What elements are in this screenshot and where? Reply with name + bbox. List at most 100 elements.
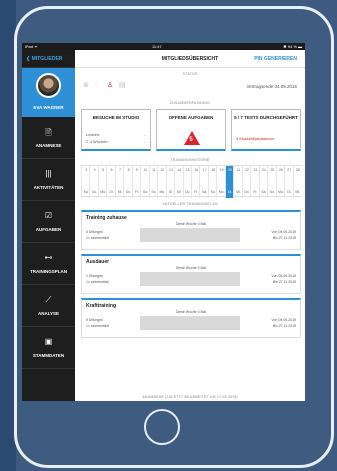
bars-icon: ||| — [45, 169, 52, 178]
visits-last-label: Letzten: — [86, 132, 101, 137]
tasks-title: OFFENE AUFGABEN — [168, 115, 214, 120]
back-button[interactable]: ❮ MITGLIEDER — [22, 50, 75, 68]
carrier: iPad ᯤ — [25, 44, 38, 49]
plan-frequency: 1× wöchentlich — [86, 236, 110, 240]
history-day[interactable]: 13 Di. — [165, 166, 174, 198]
id-card-icon: ▣ — [44, 337, 53, 346]
visits-4weeks-value: - — [144, 139, 146, 144]
tasks-card[interactable]: OFFENE AUFGABEN 5 — [156, 109, 226, 151]
plan-exercises: 9 Übungen — [86, 318, 104, 322]
clock: 11:47 — [152, 44, 162, 49]
history-day[interactable]: 21 Mi. — [233, 166, 241, 198]
history-day[interactable]: 17 Sa. — [199, 166, 207, 198]
history-day[interactable]: 11 So. — [148, 166, 157, 198]
dumbbell-icon: ⊷ — [44, 253, 53, 262]
tasks-count: 5 — [189, 137, 193, 143]
history-day[interactable]: 4 So. — [89, 166, 97, 198]
plan-card[interactable]: Training zuhause Diese Woche 0 Mal 6 Übung… — [81, 210, 301, 250]
sidebar-item-aktivitäten[interactable]: ||| AKTIVITÄTEN — [22, 159, 75, 201]
history-day[interactable]: 15 Do. — [182, 166, 191, 198]
history-day[interactable]: 5 Mo. — [97, 166, 106, 198]
tests-note: 4 Muskeldysbalancen — [236, 136, 275, 141]
app-screen: iPad ᯤ 11:47 ✱ 94 % ▬ ❮ MITGLIEDER EVA W… — [22, 43, 305, 401]
plan-week-count: Diese Woche 0 Mal — [175, 266, 207, 270]
plan-start: Von 04.09.2015 — [271, 230, 296, 234]
history-day[interactable]: 25 So. — [267, 166, 275, 198]
sidebar-item-label: ANAMNESE — [35, 143, 62, 148]
history-day[interactable]: 22 Do. — [241, 166, 250, 198]
sidebar-item-aufgaben[interactable]: ☑ AUFGABEN — [22, 201, 75, 243]
anamnese-label: ANAMNESE (ZULETZT BEARBEITET AM 17.09.20… — [142, 395, 238, 399]
visits-last: Letzten: - — [86, 132, 146, 137]
history-day[interactable]: 10 Sa. — [140, 166, 148, 198]
history-day[interactable]: 18 So. — [207, 166, 216, 198]
document-icon[interactable]: ▤ — [119, 81, 126, 89]
sidebar-item-trainingsplan[interactable]: ⊷ TRAININGSPLAN — [22, 243, 75, 285]
plan-title: Training zuhause — [86, 215, 127, 221]
generate-pin-button[interactable]: PIN GENERIEREN — [254, 56, 297, 62]
visits-4weeks-label: Σ 4 Wochen: — [86, 139, 109, 144]
plan-start: Von 04.09.2015 — [271, 274, 296, 278]
history-day[interactable]: 26 Mo. — [275, 166, 284, 198]
history-day[interactable]: 14 Mi. — [174, 166, 182, 198]
plan-week-count: Diese Woche 0 Mal — [175, 310, 207, 314]
day-name: Mi. — [295, 190, 301, 194]
plan-week-count: Diese Woche 0 Mal — [175, 222, 207, 226]
sidebar-item-stammdaten[interactable]: ▣ STAMMDATEN — [22, 327, 75, 369]
plan-end: Bis 27.11.2015 — [272, 280, 296, 284]
sidebar-item-label: ANALYSE — [37, 311, 60, 316]
plan-card[interactable]: Krafttraining Diese Woche 0 Mal 9 Übungen 1… — [81, 298, 301, 338]
sidebar-item-anamnese[interactable]: 🗎 ANAMNESE — [22, 117, 75, 159]
status-bar: iPad ᯤ 11:47 ✱ 94 % ▬ — [22, 43, 305, 50]
header: MITGLIEDSÜBERSICHT PIN GENERIEREN — [75, 50, 305, 68]
history-day[interactable]: 27 Di. — [284, 166, 292, 198]
clipboard-icon: 🗎 — [45, 128, 52, 137]
history-day[interactable]: 24 Sa. — [258, 166, 267, 198]
history-day[interactable]: 3 Sa. — [81, 166, 89, 198]
summary-label: ZUSAMMENFASSUNG — [169, 101, 211, 105]
sidebar-item-analyse[interactable]: ⟋ ANALYSE — [22, 285, 75, 327]
person-icon[interactable]: ♙ — [107, 81, 113, 89]
sidebar-item-label: STAMMDATEN — [32, 353, 65, 358]
profile-card[interactable]: EVA WAGNER — [22, 68, 75, 117]
summary-cards: BESUCHE IM STUDIO Letzten: - Σ 4 Wochen:… — [81, 109, 301, 151]
plan-end: Bis 27.11.2015 — [272, 324, 296, 328]
visits-card[interactable]: BESUCHE IM STUDIO Letzten: - Σ 4 Wochen:… — [81, 109, 151, 151]
badge-icon[interactable]: ⊛ — [83, 81, 89, 89]
history-day[interactable]: 28 Mi. — [292, 166, 301, 198]
chat-icon[interactable]: ◌ — [95, 81, 99, 88]
visits-4weeks: Σ 4 Wochen: - — [86, 139, 146, 144]
battery: ✱ 94 % ▬ — [283, 44, 302, 49]
history-day[interactable]: 8 Do. — [123, 166, 131, 198]
history-day[interactable]: 9 Fr. — [131, 166, 140, 198]
plan-frequency: 1× wöchentlich — [86, 324, 110, 328]
trend-icon: ⟋ — [45, 295, 52, 304]
plans-label: AKTUELLER TRAININGSPLAN — [162, 202, 218, 206]
history-day[interactable]: 19 Mo. — [216, 166, 224, 198]
plan-end: Bis 27.11.2015 — [272, 236, 296, 240]
training-history: 3 Sa. 4 So. 5 Mo. 6 Di. 7 Mi. 8 Do. 9 Fr. 10 Sa. 11 So. 12… — [81, 165, 301, 198]
history-day[interactable]: 16 Fr. — [191, 166, 199, 198]
history-day[interactable]: 23 Fr. — [250, 166, 258, 198]
tests-title: 5 / 7 TESTS DURCHGEFÜHRT — [234, 115, 298, 120]
home-button[interactable] — [144, 409, 180, 445]
history-day[interactable]: 7 Mi. — [114, 166, 123, 198]
history-day[interactable]: 20 Di. — [224, 166, 234, 198]
status-row: ⊛ ◌ ♙ ▤ Vertragsende 04.09.2015 — [75, 80, 305, 94]
history-day[interactable]: 6 Di. — [106, 166, 114, 198]
plan-start: Von 04.09.2015 — [271, 318, 296, 322]
profile-name: EVA WAGNER — [33, 105, 64, 110]
tests-card[interactable]: 5 / 7 TESTS DURCHGEFÜHRT 4 Muskeldysbala… — [231, 109, 301, 151]
history-day[interactable]: 12 Mo. — [157, 166, 165, 198]
plan-frequency: 1× wöchentlich — [86, 280, 110, 284]
plan-progress-bar — [140, 228, 240, 242]
plan-title: Krafttraining — [86, 303, 116, 309]
day-number: 28 — [295, 168, 300, 172]
visits-title: BESUCHE IM STUDIO — [92, 115, 140, 120]
plan-card[interactable]: Ausdauer Diese Woche 0 Mal 1 Übungen 1× wöc… — [81, 254, 301, 294]
checkbox-icon: ☑ — [44, 211, 53, 220]
sidebar-item-label: TRAININGSPLAN — [30, 269, 67, 274]
contract-end: Vertragsende 04.09.2015 — [246, 84, 297, 89]
status-label: STATUS — [182, 72, 198, 76]
sidebar-item-label: AUFGABEN — [35, 227, 62, 232]
